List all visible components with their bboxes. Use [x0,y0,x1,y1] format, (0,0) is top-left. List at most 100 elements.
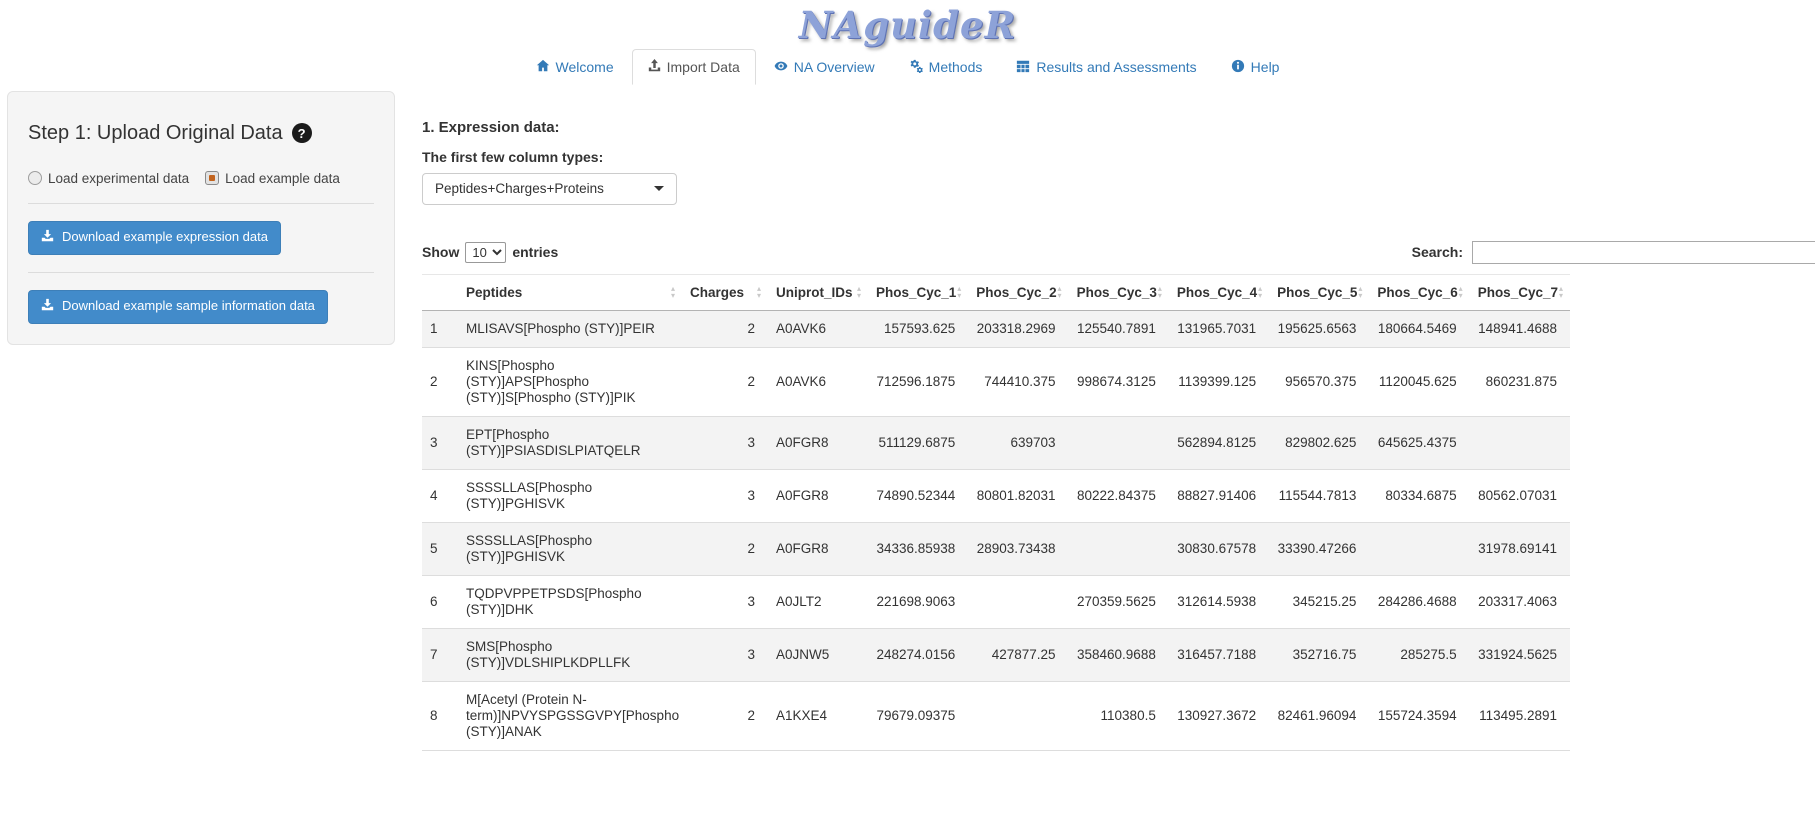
column-header-label: Phos_Cyc_6 [1377,285,1457,300]
table-cell: 34336.85938 [868,522,968,575]
sort-arrows-icon: ▴▾ [957,285,961,299]
button-label: Download example sample information data [62,298,315,315]
sort-arrows-icon: ▴▾ [1258,285,1262,299]
table-cell: A0FGR8 [768,522,868,575]
sort-arrows-icon: ▴▾ [671,285,675,299]
table-cell: 80334.6875 [1369,469,1469,522]
table-cell: A0AVK6 [768,310,868,347]
download-icon [41,229,54,247]
tab-results-and-assessments[interactable]: Results and Assessments [1000,49,1212,86]
table-cell [1069,522,1169,575]
divider [28,272,374,273]
table-cell: 155724.3594 [1369,681,1469,750]
table-cell: 639703 [968,416,1068,469]
column-header-uniprot_ids[interactable]: Uniprot_IDs▴▾ [768,274,868,310]
table-row: 4SSSSLLAS[Phospho (STY)]PGHISVK3A0FGR874… [422,469,1570,522]
table-cell: 80562.07031 [1470,469,1570,522]
column-header-label: Phos_Cyc_3 [1077,285,1157,300]
table-cell: 744410.375 [968,347,1068,416]
table-cell: A0FGR8 [768,469,868,522]
app-header: NAguideR Welcome Import Data NA Overview [0,0,1815,86]
tab-welcome[interactable]: Welcome [520,49,630,86]
column-header-phos_cyc_7[interactable]: Phos_Cyc_7▴▾ [1470,274,1570,310]
radio-unchecked-icon[interactable] [28,171,42,185]
column-header-index[interactable] [422,274,458,310]
column-types-label: The first few column types: [422,149,1570,165]
row-index-cell: 8 [422,681,458,750]
search-input[interactable] [1472,241,1815,264]
row-index-cell: 7 [422,628,458,681]
row-index-cell: 6 [422,575,458,628]
column-header-phos_cyc_2[interactable]: Phos_Cyc_2▴▾ [968,274,1068,310]
eye-icon [774,59,788,76]
column-header-label: Phos_Cyc_2 [976,285,1056,300]
tab-label: NA Overview [794,59,875,75]
table-cell: 331924.5625 [1470,628,1570,681]
table-cell: 79679.09375 [868,681,968,750]
table-row: 3EPT[Phospho (STY)]PSIASDISLPIATQELR3A0F… [422,416,1570,469]
tab-na-overview[interactable]: NA Overview [758,49,891,86]
table-cell: 33390.47266 [1269,522,1369,575]
gears-icon [909,59,923,76]
table-cell: 28903.73438 [968,522,1068,575]
table-cell: 284286.4688 [1369,575,1469,628]
sort-arrows-icon: ▴▾ [1459,285,1463,299]
table-cell: SSSSLLAS[Phospho (STY)]PGHISVK [458,522,682,575]
table-cell: KINS[Phospho (STY)]APS[Phospho (STY)]S[P… [458,347,682,416]
download-example-expression-button[interactable]: Download example expression data [28,221,281,255]
column-header-phos_cyc_6[interactable]: Phos_Cyc_6▴▾ [1369,274,1469,310]
column-header-phos_cyc_4[interactable]: Phos_Cyc_4▴▾ [1169,274,1269,310]
table-cell: 1139399.125 [1169,347,1269,416]
sort-arrows-icon: ▴▾ [1158,285,1162,299]
entries-length-control: Show 10 entries [422,242,558,263]
table-icon [1016,59,1030,76]
tab-import-data[interactable]: Import Data [632,49,756,86]
column-header-peptides[interactable]: Peptides ▴▾ [458,274,682,310]
question-circle-icon[interactable]: ? [292,123,312,143]
table-cell: 80801.82031 [968,469,1068,522]
table-cell: 157593.625 [868,310,968,347]
table-cell: 30830.67578 [1169,522,1269,575]
tab-methods[interactable]: Methods [893,49,999,86]
info-icon [1231,59,1245,76]
radio-label: Load example data [225,171,340,186]
table-cell [1069,416,1169,469]
column-header-phos_cyc_1[interactable]: Phos_Cyc_1▴▾ [868,274,968,310]
download-example-sample-information-button[interactable]: Download example sample information data [28,290,328,324]
column-header-label: Phos_Cyc_4 [1177,285,1257,300]
table-cell: 645625.4375 [1369,416,1469,469]
column-types-dropdown[interactable]: Peptides+Charges+Proteins [422,173,677,205]
table-cell: 131965.7031 [1169,310,1269,347]
column-header-label: Peptides [466,285,522,300]
table-cell: 221698.9063 [868,575,968,628]
chevron-down-icon [654,186,664,191]
radio-checked-icon[interactable] [205,171,219,185]
column-header-label: Phos_Cyc_5 [1277,285,1357,300]
column-header-phos_cyc_3[interactable]: Phos_Cyc_3▴▾ [1069,274,1169,310]
table-cell: 113495.2891 [1470,681,1570,750]
table-head-row: Peptides▴▾Charges▴▾Uniprot_IDs▴▾Phos_Cyc… [422,274,1570,310]
home-icon [536,59,550,76]
table-cell: 352716.75 [1269,628,1369,681]
sidebar-panel: Step 1: Upload Original Data ? Load expe… [7,91,395,345]
tab-label: Import Data [667,59,740,75]
table-cell: A0JLT2 [768,575,868,628]
table-cell: 2 [682,310,768,347]
column-header-charges[interactable]: Charges▴▾ [682,274,768,310]
table-cell [968,575,1068,628]
table-cell: 82461.96094 [1269,681,1369,750]
tab-help[interactable]: Help [1215,49,1296,86]
entries-select[interactable]: 10 [465,242,506,263]
table-cell: 712596.1875 [868,347,968,416]
table-cell: EPT[Phospho (STY)]PSIASDISLPIATQELR [458,416,682,469]
table-cell: 860231.875 [1470,347,1570,416]
table-cell [1369,522,1469,575]
table-cell: 998674.3125 [1069,347,1169,416]
radio-load-example-data[interactable]: Load example data [205,171,340,186]
search-control: Search: [1412,241,1815,264]
tab-label: Results and Assessments [1036,59,1196,75]
column-header-phos_cyc_5[interactable]: Phos_Cyc_5▴▾ [1269,274,1369,310]
table-row: 7SMS[Phospho (STY)]VDLSHIPLKDPLLFK3A0JNW… [422,628,1570,681]
radio-load-experimental-data[interactable]: Load experimental data [28,171,189,186]
table-cell: SMS[Phospho (STY)]VDLSHIPLKDPLLFK [458,628,682,681]
